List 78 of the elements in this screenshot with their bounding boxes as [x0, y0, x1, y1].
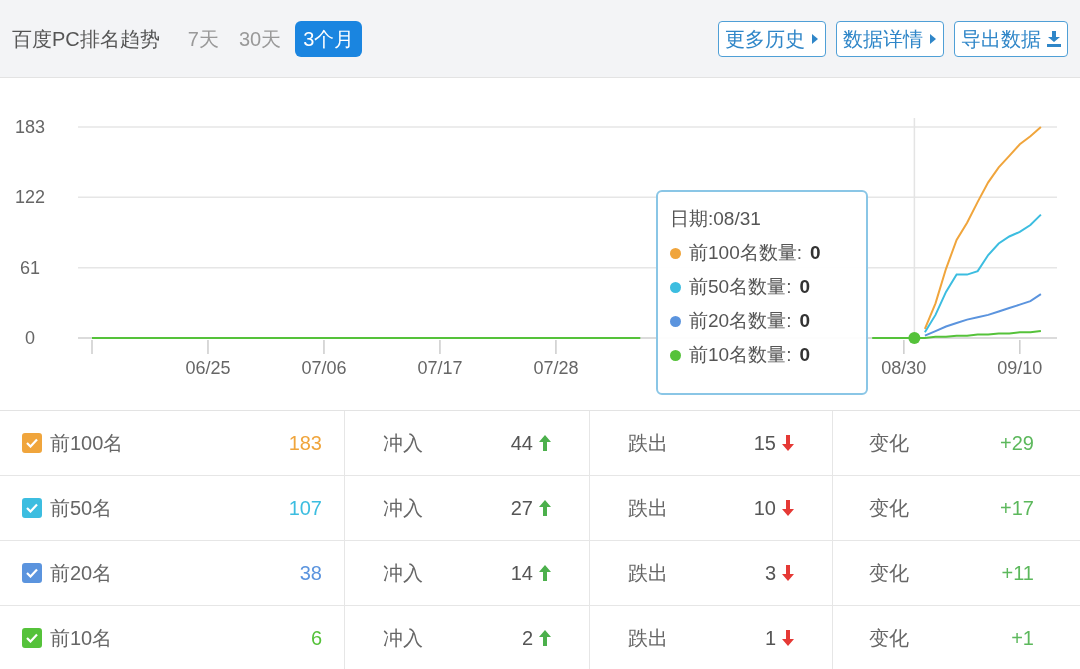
tooltip-label: 前20名数量: [689, 309, 792, 333]
change-label: 变化 [869, 561, 909, 586]
entered-label: 冲入 [383, 561, 423, 586]
arrow-up-icon [539, 565, 551, 581]
arrow-down-icon [782, 500, 794, 516]
check-icon [26, 633, 38, 643]
arrow-up-icon [539, 630, 551, 646]
change-value: +29 [1000, 431, 1034, 456]
entered-count: 2 [521, 626, 533, 651]
y-axis-label: 122 [15, 187, 45, 208]
entered-count: 14 [510, 561, 533, 586]
change-label: 变化 [869, 626, 909, 651]
dropped-count: 3 [764, 561, 776, 586]
dropped-label: 跌出 [628, 626, 668, 651]
x-axis-label: 09/10 [997, 358, 1043, 378]
checkbox[interactable] [22, 563, 42, 583]
arrow-up-icon [539, 500, 551, 516]
change-value: +1 [1011, 626, 1034, 651]
arrow-down-icon [782, 435, 794, 451]
data-point [908, 332, 921, 344]
tooltip-value: 0 [799, 343, 810, 367]
rank-label: 前100名 [50, 431, 124, 456]
check-icon [26, 568, 38, 578]
dropped-label: 跌出 [628, 431, 668, 456]
rank-count: 38 [299, 561, 322, 586]
check-icon [26, 503, 38, 513]
dropped-count: 15 [753, 431, 776, 456]
entered-label: 冲入 [383, 626, 423, 651]
caret-right-icon [929, 32, 937, 45]
x-axis-label: 07/06 [301, 358, 347, 378]
dropped-label: 跌出 [628, 561, 668, 586]
y-axis-label: 61 [20, 257, 40, 278]
rank-count: 183 [288, 431, 322, 456]
change-label: 变化 [869, 431, 909, 456]
tooltip-label: 前10名数量: [689, 343, 792, 367]
entered-count: 44 [510, 431, 533, 456]
y-axis-label: 183 [15, 117, 45, 137]
toolbar-button[interactable]: 数据详情 [836, 20, 944, 57]
checkbox[interactable] [22, 498, 42, 518]
arrow-down-icon [782, 630, 794, 646]
x-axis-label: 07/17 [417, 358, 463, 378]
tooltip-label: 前100名数量: [689, 241, 802, 265]
range-tab[interactable]: 3个月 [295, 20, 363, 57]
toolbar-button[interactable]: 更多历史 [718, 20, 826, 57]
toolbar-button[interactable]: 导出数据 [954, 20, 1068, 57]
x-axis-label: 08/30 [881, 358, 927, 378]
dropped-label: 跌出 [628, 496, 668, 521]
entered-label: 冲入 [383, 431, 423, 456]
arrow-up-icon [539, 435, 551, 451]
arrow-down-icon [782, 565, 794, 581]
panel-title: 百度PC排名趋势 [12, 26, 160, 52]
x-axis-label: 07/28 [533, 358, 579, 378]
tooltip-label: 前50名数量: [689, 275, 792, 299]
x-axis-label: 06/25 [185, 358, 231, 378]
checkbox[interactable] [22, 433, 42, 453]
dropped-count: 10 [753, 496, 776, 521]
download-icon [1047, 30, 1061, 47]
tooltip-value: 0 [799, 275, 810, 299]
entered-count: 27 [510, 496, 533, 521]
entered-label: 冲入 [383, 496, 423, 521]
rank-label: 前20名 [50, 561, 113, 586]
change-label: 变化 [869, 496, 909, 521]
tooltip-date: 日期:08/31 [670, 207, 762, 231]
y-axis-label: 0 [25, 328, 35, 348]
rank-label: 前50名 [50, 496, 113, 521]
range-tab[interactable]: 7天 [181, 20, 225, 57]
dropped-count: 1 [764, 626, 776, 651]
tooltip-value: 0 [799, 309, 810, 333]
rank-count: 107 [288, 496, 322, 521]
checkbox[interactable] [22, 628, 42, 648]
rank-label: 前10名 [50, 626, 113, 651]
range-tab[interactable]: 30天 [232, 20, 288, 57]
caret-right-icon [811, 32, 819, 45]
tooltip-value: 0 [810, 241, 821, 265]
check-icon [26, 438, 38, 448]
rank-count: 6 [310, 626, 322, 651]
change-value: +11 [1001, 561, 1034, 586]
change-value: +17 [1000, 496, 1034, 521]
